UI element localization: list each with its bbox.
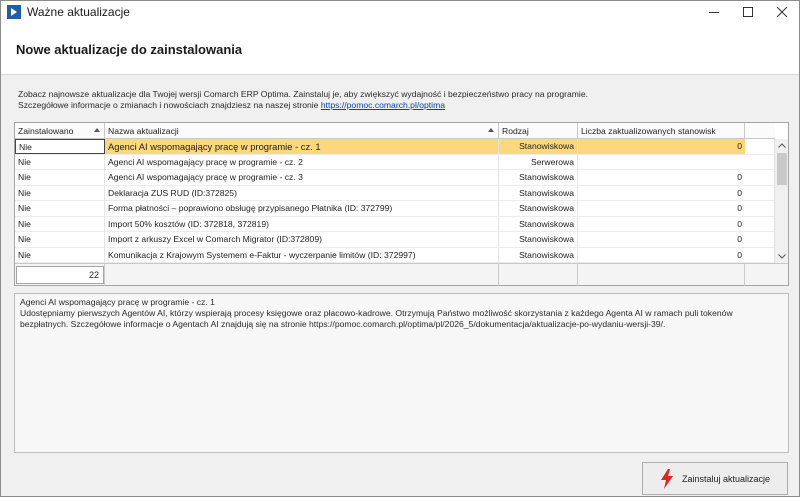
- cell-installed: Nie: [15, 216, 105, 232]
- column-header-count[interactable]: Liczba zaktualizowanych stanowisk: [578, 123, 745, 139]
- cell-installed: Nie: [15, 232, 105, 247]
- cell-installed: Nie: [15, 185, 105, 201]
- cell-type: Stanowiskowa: [499, 216, 578, 232]
- table-row[interactable]: Nie Komunikacja z Krajowym Systemem e-Fa…: [15, 247, 775, 263]
- cell-name: Komunikacja z Krajowym Systemem e-Faktur…: [105, 247, 499, 263]
- minimize-icon[interactable]: [697, 1, 731, 23]
- cell-installed: Nie: [15, 139, 105, 154]
- cell-type: Stanowiskowa: [499, 185, 578, 201]
- scroll-up-icon[interactable]: [775, 139, 789, 152]
- description-title: Agenci AI wspomagający pracę w programie…: [20, 297, 215, 307]
- table-row[interactable]: Nie Forma płatności – poprawiono obsługę…: [15, 201, 775, 217]
- description-body: Udostępniamy pierwszych Agentów AI, któr…: [20, 308, 733, 329]
- app-icon: [7, 5, 21, 19]
- column-header-type[interactable]: Rodzaj: [499, 123, 578, 139]
- title-bar[interactable]: Ważne aktualizacje: [1, 1, 799, 23]
- cell-installed: Nie: [15, 170, 105, 185]
- maximize-icon[interactable]: [731, 1, 765, 23]
- cell-name: Agenci AI wspomagający pracę w programie…: [105, 170, 499, 185]
- header-panel: Nowe aktualizacje do zainstalowania: [1, 23, 799, 75]
- column-header-installed[interactable]: Zainstalowano: [15, 123, 105, 139]
- grid-body: Nie Agenci AI wspomagający pracę w progr…: [15, 139, 775, 263]
- total-count: 22: [16, 266, 104, 284]
- install-updates-label: Zainstaluj aktualizacje: [681, 473, 771, 484]
- intro-line-1: Zobacz najnowsze aktualizacje dla Twojej…: [18, 89, 588, 99]
- cell-name: Agenci AI wspomagający pracę w programie…: [105, 154, 499, 170]
- table-row[interactable]: Nie Agenci AI wspomagający pracę w progr…: [15, 170, 775, 186]
- grid-summary-row: 22: [15, 263, 788, 286]
- install-updates-button[interactable]: Zainstaluj aktualizacje: [642, 462, 788, 495]
- cell-installed: Nie: [15, 247, 105, 263]
- intro-line-2: Szczegółowe informacje o zmianach i nowo…: [18, 100, 788, 111]
- table-row[interactable]: Nie Agenci AI wspomagający pracę w progr…: [15, 139, 775, 155]
- cell-type: Stanowiskowa: [499, 139, 578, 154]
- page-title: Nowe aktualizacje do zainstalowania: [16, 42, 243, 57]
- window-title: Ważne aktualizacje: [27, 5, 130, 19]
- cell-count: 0: [578, 139, 745, 154]
- table-row[interactable]: Nie Import 50% kosztów (ID: 372818, 3728…: [15, 216, 775, 232]
- cell-type: Stanowiskowa: [499, 247, 578, 263]
- grid-header: Zainstalowano Nazwa aktualizacji Rodzaj …: [15, 123, 775, 139]
- column-header-name-label: Nazwa aktualizacji: [108, 126, 179, 136]
- window-controls: [697, 1, 799, 23]
- column-header-type-label: Rodzaj: [502, 126, 529, 136]
- cell-name: Forma płatności – poprawiono obsługę prz…: [105, 201, 499, 216]
- sort-up-icon: [488, 128, 494, 132]
- column-header-name[interactable]: Nazwa aktualizacji: [105, 123, 499, 139]
- cell-type: Stanowiskowa: [499, 201, 578, 216]
- summary-cell-installed: 22: [15, 264, 105, 286]
- cell-type: Stanowiskowa: [499, 232, 578, 247]
- cell-name: Import 50% kosztów (ID: 372818, 372819): [105, 216, 499, 232]
- scroll-down-icon[interactable]: [775, 250, 789, 263]
- cell-count: 0: [737, 203, 742, 213]
- sort-up-icon: [94, 128, 100, 132]
- column-header-count-label: Liczba zaktualizowanych stanowisk: [581, 126, 716, 136]
- lightning-icon: [660, 468, 673, 489]
- cell-name: Import z arkuszy Excel w Comarch Migrato…: [105, 232, 499, 247]
- close-icon[interactable]: [765, 1, 799, 23]
- table-row[interactable]: Nie Import z arkuszy Excel w Comarch Mig…: [15, 232, 775, 248]
- cell-count: [578, 155, 745, 170]
- table-row[interactable]: Nie Agenci AI wspomagający pracę w progr…: [15, 154, 775, 170]
- grid-scrollbar[interactable]: [774, 139, 788, 263]
- cell-count: 0: [737, 249, 742, 260]
- cell-installed: Nie: [15, 201, 105, 216]
- summary-cell-count: [578, 264, 745, 286]
- column-header-spacer: [745, 123, 775, 139]
- scrollbar-thumb[interactable]: [777, 153, 787, 185]
- cell-name: Agenci AI wspomagający pracę w programie…: [105, 139, 499, 154]
- updates-grid: Zainstalowano Nazwa aktualizacji Rodzaj …: [14, 122, 789, 286]
- cell-count: 0: [737, 172, 742, 182]
- column-header-installed-label: Zainstalowano: [18, 126, 74, 136]
- cell-installed: Nie: [15, 154, 105, 170]
- table-row[interactable]: Nie Deklaracja ZUS RUD (ID:372825) Stano…: [15, 185, 775, 201]
- cell-name: Deklaracja ZUS RUD (ID:372825): [105, 185, 499, 201]
- cell-count: 0: [737, 234, 742, 244]
- cell-count: 0: [737, 187, 742, 198]
- update-description: Agenci AI wspomagający pracę w programie…: [14, 293, 789, 453]
- cell-type: Serwerowa: [499, 154, 578, 170]
- intro-text: Zobacz najnowsze aktualizacje dla Twojej…: [18, 89, 788, 111]
- cell-type: Stanowiskowa: [499, 170, 578, 185]
- updates-window: Ważne aktualizacje Nowe aktualizacje do …: [0, 0, 800, 497]
- summary-cell-type: [499, 264, 578, 286]
- summary-cell-name: [105, 264, 499, 286]
- help-link[interactable]: https://pomoc.comarch.pl/optima: [321, 100, 445, 110]
- intro-line-2-text: Szczegółowe informacje o zmianach i nowo…: [18, 100, 321, 110]
- cell-count: 0: [737, 218, 742, 229]
